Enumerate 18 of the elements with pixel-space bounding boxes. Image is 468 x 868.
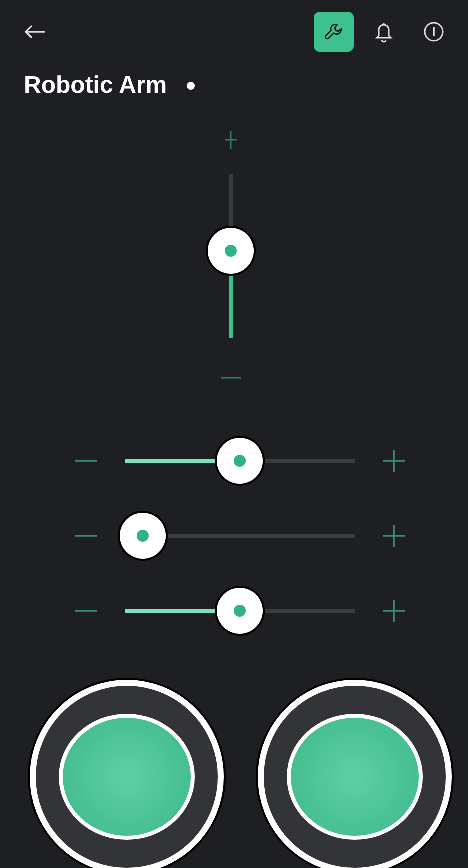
slider-thumb[interactable] xyxy=(217,588,263,634)
slider-thumb[interactable] xyxy=(120,513,166,559)
plus-icon[interactable] xyxy=(383,600,405,622)
plus-icon[interactable] xyxy=(383,525,405,547)
back-button[interactable] xyxy=(24,24,46,40)
minus-icon[interactable] xyxy=(75,534,97,538)
plus-icon[interactable] xyxy=(224,130,238,150)
slider-thumb[interactable] xyxy=(217,438,263,484)
back-arrow-icon xyxy=(24,24,46,40)
minus-icon[interactable] xyxy=(221,376,241,380)
info-icon xyxy=(423,21,445,43)
wrench-button[interactable] xyxy=(314,12,354,52)
bell-icon xyxy=(374,21,394,43)
slider-thumb[interactable] xyxy=(208,228,254,274)
minus-icon[interactable] xyxy=(75,609,97,613)
minus-icon[interactable] xyxy=(75,459,97,463)
plus-icon[interactable] xyxy=(383,450,405,472)
device-title: Robotic Arm xyxy=(24,72,168,100)
